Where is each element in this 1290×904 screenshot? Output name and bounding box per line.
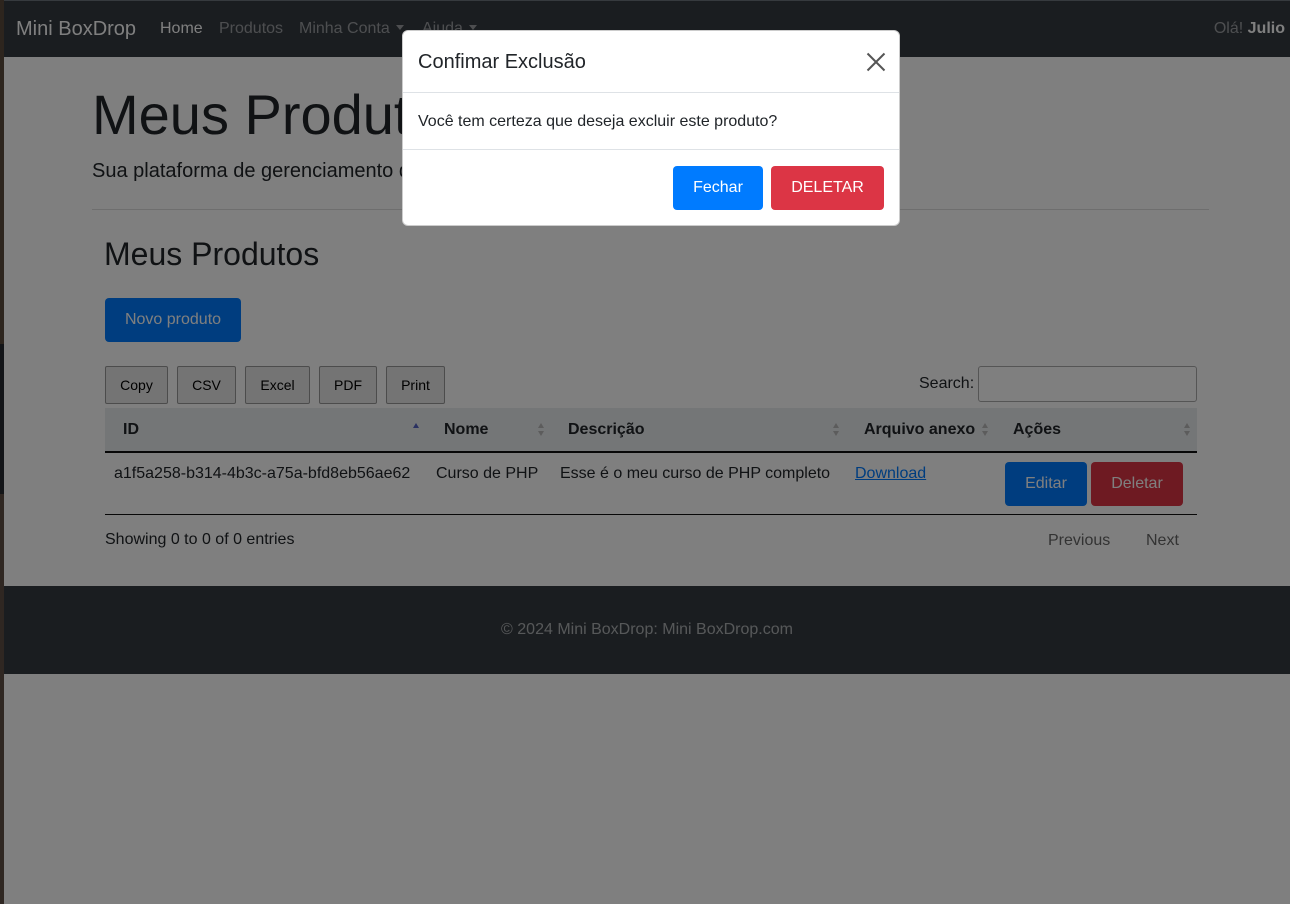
modal-close-button[interactable]: Fechar <box>673 166 763 210</box>
modal-header: Confimar Exclusão <box>403 31 899 93</box>
modal-confirm-delete-button[interactable]: DELETAR <box>771 166 884 210</box>
close-icon[interactable] <box>865 51 887 73</box>
confirm-delete-modal: Confimar Exclusão Você tem certeza que d… <box>402 30 900 226</box>
modal-message: Você tem certeza que deseja excluir este… <box>418 113 778 130</box>
modal-title: Confimar Exclusão <box>418 51 586 73</box>
modal-body: Você tem certeza que deseja excluir este… <box>403 93 899 150</box>
